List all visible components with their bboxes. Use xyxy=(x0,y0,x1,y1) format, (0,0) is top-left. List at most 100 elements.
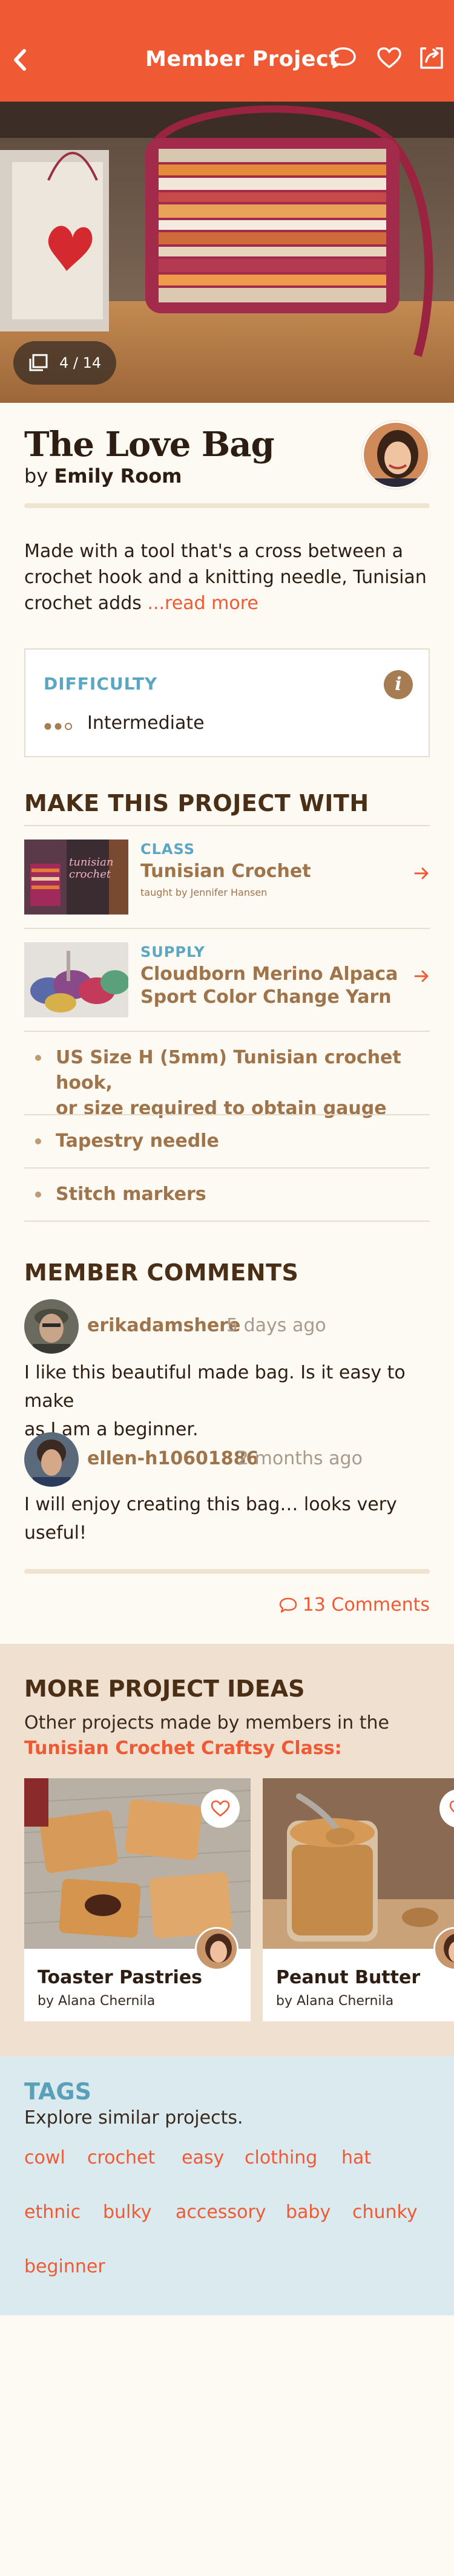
supply-bullet-item[interactable]: US Size H (5mm) Tunisian crochet hook, o… xyxy=(24,1032,430,1119)
more-ideas-sub-text: Other projects made by members in the xyxy=(24,1712,390,1733)
bullet-text: Tapestry needle xyxy=(56,1130,219,1152)
supply-name: Cloudborn Merino Alpaca Sport Color Chan… xyxy=(140,963,398,1009)
card-title: Peanut Butter xyxy=(276,1967,421,1988)
info-icon[interactable]: i xyxy=(384,670,413,699)
comments-divider xyxy=(24,1569,430,1574)
page-title: Member Project xyxy=(145,47,340,71)
view-comments-link[interactable]: 13 Comments xyxy=(278,1594,430,1616)
gallery-count-text: 4 / 14 xyxy=(59,354,102,371)
arrow-right-icon xyxy=(414,970,429,982)
comment-username[interactable]: ellen-h10601886 xyxy=(87,1448,258,1469)
supply-type-label: SUPPLY xyxy=(140,944,205,960)
tag-link[interactable]: hat xyxy=(341,2147,371,2168)
comment-username[interactable]: erikadamshere xyxy=(87,1315,240,1336)
yarn-thumb-image xyxy=(24,942,128,1017)
bullet-line: US Size H (5mm) Tunisian crochet hook, xyxy=(56,1047,401,1094)
tag-link[interactable]: bulky xyxy=(103,2202,151,2223)
comment-line: I will enjoy creating this bag… looks ve… xyxy=(24,1494,397,1515)
description-line: Made with a tool that's a cross between … xyxy=(24,541,403,562)
tag-link[interactable]: clothing xyxy=(245,2147,317,2168)
tag-link[interactable]: crochet xyxy=(87,2147,155,2168)
tag-link[interactable]: easy xyxy=(182,2147,224,2168)
supply-name-line: Cloudborn Merino Alpaca xyxy=(140,964,398,985)
tags-heading: TAGS xyxy=(24,2078,91,2105)
description-line: crochet hook and a knitting needle, Tuni… xyxy=(24,567,427,588)
by-prefix: by xyxy=(24,465,48,487)
project-card[interactable]: Toaster Pastries by Alana Chernila xyxy=(24,1778,251,2021)
card-author-photo xyxy=(435,1929,454,1969)
more-project-ideas: MORE PROJECT IDEAS Other projects made b… xyxy=(0,1644,454,2056)
comment-time: 2 months ago xyxy=(237,1448,363,1469)
share-icon xyxy=(420,47,443,69)
comment-icon xyxy=(279,1597,297,1612)
project-description: Made with a tool that's a cross between … xyxy=(24,538,430,616)
bullet-dot xyxy=(35,1055,41,1061)
commenter-avatar[interactable] xyxy=(24,1299,79,1354)
top-bar: Member Project xyxy=(0,0,454,102)
comment-line: I like this beautiful made bag. Is it ea… xyxy=(24,1362,406,1412)
share-button[interactable] xyxy=(418,46,446,70)
comment-line: as I am a beginner. xyxy=(24,1419,199,1440)
read-more-link[interactable]: ...read more xyxy=(147,593,258,614)
project-title: The Love Bag xyxy=(24,425,275,465)
commenter-avatar[interactable] xyxy=(24,1432,79,1487)
card-author: by Alana Chernila xyxy=(38,1994,156,2009)
supply-thumbnail xyxy=(24,942,128,1017)
tags-subtitle: Explore similar projects. xyxy=(24,2107,243,2128)
tag-link[interactable]: ethnic xyxy=(24,2202,81,2223)
comment-time: 5 days ago xyxy=(226,1315,326,1336)
card-title: Toaster Pastries xyxy=(38,1967,203,1988)
difficulty-dots-icon xyxy=(44,723,72,730)
class-thumb-text: tunisian crochet xyxy=(69,856,114,881)
comment-icon xyxy=(331,47,356,68)
more-ideas-subtitle: Other projects made by members in the Tu… xyxy=(24,1710,389,1761)
commenter-photo xyxy=(24,1299,79,1354)
author-avatar[interactable] xyxy=(362,421,430,489)
class-link[interactable]: Tunisian Crochet Craftsy Class: xyxy=(24,1736,389,1761)
author-photo xyxy=(364,423,428,487)
tag-link[interactable]: accessory xyxy=(176,2202,266,2223)
project-byline: by Emily Room xyxy=(24,465,182,487)
heart-icon xyxy=(449,1800,454,1813)
bullet-dot xyxy=(35,1192,41,1198)
commenter-photo xyxy=(24,1432,79,1487)
more-ideas-heading: MORE PROJECT IDEAS xyxy=(24,1675,305,1702)
arrow-right-icon xyxy=(414,867,429,879)
class-thumbnail: tunisian crochet xyxy=(24,840,128,915)
author-name[interactable]: Emily Room xyxy=(54,465,182,487)
tag-link[interactable]: beginner xyxy=(24,2256,105,2277)
heart-icon xyxy=(211,1800,230,1817)
difficulty-label: DIFFICULTY xyxy=(44,674,158,694)
card-author-avatar[interactable] xyxy=(195,1927,239,1971)
class-name: Tunisian Crochet xyxy=(140,861,311,882)
separator xyxy=(24,1221,430,1222)
gallery-counter[interactable]: 4 / 14 xyxy=(13,341,116,385)
card-favorite-button[interactable] xyxy=(201,1789,240,1828)
make-with-heading: MAKE THIS PROJECT WITH xyxy=(24,790,369,817)
peanut-butter-photo xyxy=(263,1778,454,1949)
back-button[interactable] xyxy=(8,44,33,76)
comment-button[interactable] xyxy=(329,46,357,70)
description-line: crochet adds ...read more xyxy=(24,590,430,616)
chevron-left-icon xyxy=(14,49,26,71)
tags-section: TAGS Explore similar projects. cowl croc… xyxy=(0,2056,454,2315)
comments-count: 13 Comments xyxy=(302,1594,430,1616)
gallery-icon xyxy=(29,354,48,371)
hero-image[interactable]: 4 / 14 xyxy=(0,102,454,403)
tag-link[interactable]: cowl xyxy=(24,2147,65,2168)
tag-link[interactable]: chunky xyxy=(352,2202,418,2223)
comment-line: useful! xyxy=(24,1522,87,1544)
favorite-button[interactable] xyxy=(375,46,403,70)
supply-item[interactable]: SUPPLY Cloudborn Merino Alpaca Sport Col… xyxy=(24,929,430,1031)
class-item[interactable]: tunisian crochet CLASS Tunisian Crochet … xyxy=(24,826,430,928)
tag-link[interactable]: baby xyxy=(286,2202,331,2223)
supply-name-line: Sport Color Change Yarn xyxy=(140,986,392,1008)
comment-text: I like this beautiful made bag. Is it ea… xyxy=(24,1358,430,1444)
project-card[interactable]: Peanut Butter by Alana Chernila xyxy=(263,1778,454,2021)
supply-bullet-item[interactable]: Stitch markers xyxy=(24,1169,430,1221)
card-image xyxy=(263,1778,454,1949)
supply-bullet-item[interactable]: Tapestry needle xyxy=(24,1115,430,1167)
bullet-text: Stitch markers xyxy=(56,1184,206,1205)
difficulty-box: DIFFICULTY i Intermediate xyxy=(24,648,430,757)
card-author: by Alana Chernila xyxy=(276,1994,394,2009)
